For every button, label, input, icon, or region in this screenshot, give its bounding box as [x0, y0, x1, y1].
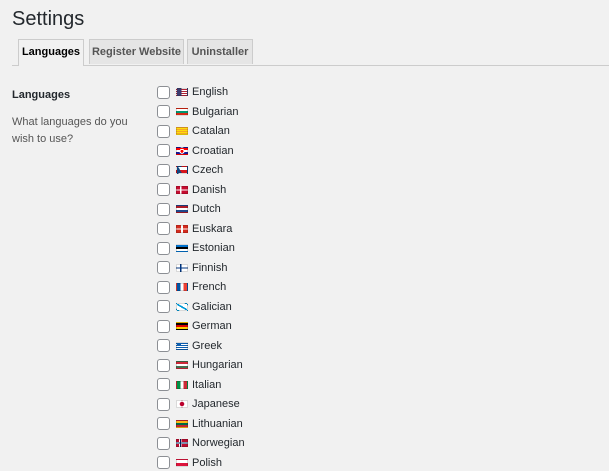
cz-flag-icon	[176, 166, 188, 174]
language-option[interactable]: Danish	[157, 182, 226, 198]
section-title: Languages	[12, 89, 71, 101]
language-checkbox[interactable]	[157, 417, 170, 430]
language-label: Galician	[192, 300, 232, 313]
language-label: French	[192, 281, 227, 293]
language-option[interactable]: Czech	[157, 162, 223, 178]
cat-flag-icon	[176, 127, 188, 135]
bg-flag-icon	[176, 107, 188, 116]
language-label: Japanese	[192, 398, 240, 410]
language-checkbox[interactable]	[157, 378, 170, 391]
language-label: Italian	[192, 378, 222, 391]
language-label: Catalan	[192, 125, 230, 137]
language-checkbox[interactable]	[157, 85, 170, 99]
language-option[interactable]: Finnish	[157, 260, 227, 276]
language-checkbox[interactable]	[157, 163, 170, 177]
language-option[interactable]: English	[157, 84, 228, 100]
tab-languages[interactable]: Languages	[18, 39, 84, 66]
no-flag-icon	[176, 439, 188, 447]
language-checkbox[interactable]	[157, 241, 170, 255]
language-option[interactable]: Italian	[157, 377, 221, 393]
language-checkbox[interactable]	[157, 202, 170, 216]
language-label: Dutch	[192, 203, 221, 215]
language-checkbox[interactable]	[157, 339, 170, 352]
language-checkbox[interactable]	[157, 358, 170, 372]
tab-uninstaller[interactable]: Uninstaller	[187, 39, 253, 64]
language-option[interactable]: German	[157, 318, 232, 334]
language-option[interactable]: Norwegian	[157, 435, 245, 451]
gl-flag-icon	[176, 302, 188, 311]
language-option[interactable]: Greek	[157, 338, 222, 354]
jp-flag-icon	[176, 400, 188, 408]
language-option[interactable]: Lithuanian	[157, 416, 243, 432]
hu-flag-icon	[176, 361, 188, 369]
language-option[interactable]: Bulgarian	[157, 104, 238, 120]
fi-flag-icon	[176, 263, 188, 272]
lt-flag-icon	[176, 419, 188, 428]
language-option[interactable]: Dutch	[157, 201, 221, 217]
language-checkbox[interactable]	[157, 456, 170, 469]
language-checkbox[interactable]	[157, 183, 170, 196]
fr-flag-icon	[176, 283, 188, 291]
language-option[interactable]: Croatian	[157, 143, 234, 159]
language-checkbox[interactable]	[157, 124, 170, 138]
tab-register-website[interactable]: Register Website	[89, 39, 184, 64]
language-option[interactable]: Euskara	[157, 221, 232, 237]
hr-flag-icon	[176, 146, 188, 155]
page-title: Settings	[12, 8, 85, 30]
language-checkbox[interactable]	[157, 300, 170, 313]
section-description: What languages do you wish to use?	[12, 116, 128, 145]
language-option[interactable]: Polish	[157, 455, 222, 471]
language-label: Croatian	[192, 144, 234, 157]
language-label: Hungarian	[192, 359, 243, 371]
language-checkbox[interactable]	[157, 222, 170, 235]
language-label: Finnish	[192, 261, 228, 274]
language-label: German	[192, 320, 232, 332]
language-checkbox[interactable]	[157, 397, 170, 411]
language-checkbox[interactable]	[157, 144, 170, 157]
it-flag-icon	[176, 380, 188, 389]
language-checkbox[interactable]	[157, 261, 170, 274]
language-label: Estonian	[192, 242, 235, 254]
language-label: Polish	[192, 456, 222, 469]
language-label: Bulgarian	[192, 105, 239, 118]
language-option[interactable]: Estonian	[157, 240, 235, 256]
language-option[interactable]: Hungarian	[157, 357, 243, 373]
language-label: Lithuanian	[192, 417, 243, 430]
language-option[interactable]: Catalan	[157, 123, 230, 139]
eu-flag-icon	[176, 224, 188, 233]
dk-flag-icon	[176, 185, 188, 194]
gr-flag-icon	[176, 341, 188, 350]
language-checkbox[interactable]	[157, 319, 170, 333]
nl-flag-icon	[176, 205, 188, 213]
de-flag-icon	[176, 322, 188, 330]
language-option[interactable]: French	[157, 279, 226, 295]
language-label: Norwegian	[192, 437, 245, 449]
ee-flag-icon	[176, 244, 188, 252]
language-option[interactable]: Japanese	[157, 396, 240, 412]
language-checkbox[interactable]	[157, 105, 170, 118]
us-flag-icon	[176, 88, 188, 96]
language-checkbox[interactable]	[157, 280, 170, 294]
language-label: Danish	[192, 183, 227, 196]
language-label: Czech	[192, 164, 224, 176]
language-option[interactable]: Galician	[157, 299, 232, 315]
settings-tabs: Languages Register Website Uninstaller	[12, 39, 609, 66]
language-label: English	[192, 86, 229, 98]
language-checkbox[interactable]	[157, 436, 170, 450]
language-label: Greek	[192, 339, 222, 352]
language-label: Euskara	[192, 222, 233, 235]
